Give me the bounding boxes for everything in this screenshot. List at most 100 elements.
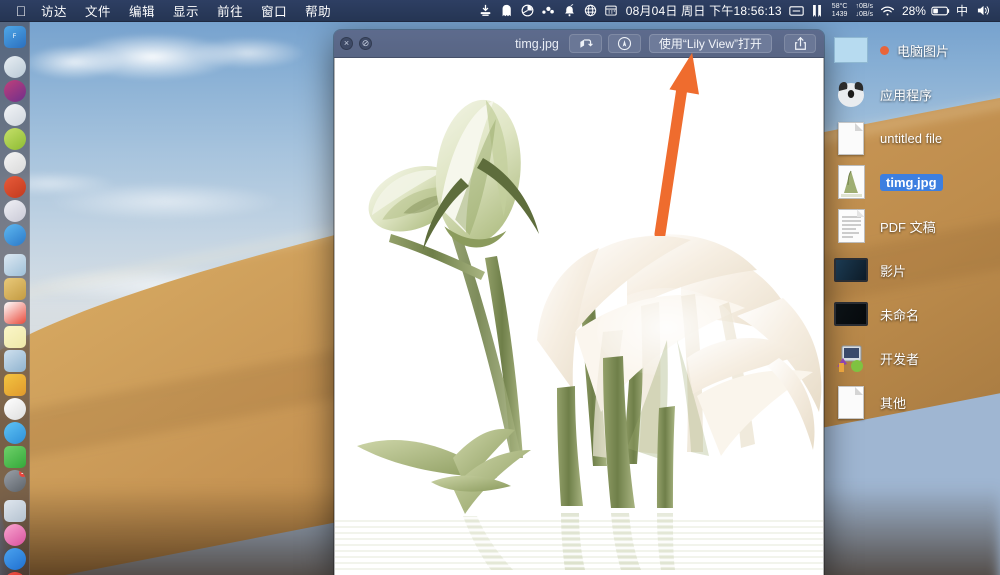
left-dock[interactable]: F1VPN+ xyxy=(0,22,30,575)
share-icon[interactable] xyxy=(784,34,816,53)
bluetooth-dots-icon[interactable] xyxy=(538,0,559,22)
sidebar-item-computer-pictures-label: 电脑图片 xyxy=(897,43,950,59)
sidebar-item-timg-jpg[interactable]: timg.jpg xyxy=(824,160,1000,204)
dock-rocket[interactable] xyxy=(3,104,26,126)
bookmark-icon[interactable] xyxy=(807,0,828,22)
dark-film-icon xyxy=(834,297,868,331)
sidebar-item-untitled-file[interactable]: untitled file xyxy=(824,116,1000,160)
network-speed-indicator[interactable]: ↑0B/s ↓0B/s xyxy=(851,3,877,19)
menu-file[interactable]: 文件 xyxy=(76,1,120,20)
dock-launchpad[interactable] xyxy=(3,56,26,78)
generic-document-icon xyxy=(834,385,868,419)
rotate-icon[interactable] xyxy=(568,34,602,53)
no-entry-button[interactable]: ⊘ xyxy=(359,37,372,50)
network-download-value: ↓0B/s xyxy=(855,10,873,18)
menu-edit[interactable]: 编辑 xyxy=(120,1,164,20)
preview-window[interactable]: × ⊘ timg.jpg 使用“Lily View”打开 xyxy=(334,30,824,575)
battery-icon[interactable] xyxy=(930,0,951,22)
dock-notes[interactable] xyxy=(3,278,26,300)
image-thumbnail-icon xyxy=(834,165,868,199)
menu-finder[interactable]: 访达 xyxy=(32,1,76,20)
menu-bar-status-area: 08月04日 周日 下午18:56:13 58°C 1439 ↑0B/s ↓0B… xyxy=(475,0,1000,22)
wifi-icon[interactable] xyxy=(877,0,898,22)
dock-itunes[interactable] xyxy=(3,524,26,546)
globe-network-icon[interactable] xyxy=(580,0,601,22)
sidebar-item-developer-label: 开发者 xyxy=(880,351,920,367)
desktop-icons-column[interactable]: 电脑图片应用程序 untitled file timg.jpg PDF 文稿影片未命名… xyxy=(824,22,1000,575)
battery-percent-label[interactable]: 28% xyxy=(898,4,930,18)
sidebar-item-unnamed-label: 未命名 xyxy=(880,307,920,323)
dock-stickies[interactable] xyxy=(3,326,26,348)
menu-bar-clock[interactable]: 08月04日 周日 下午18:56:13 xyxy=(622,2,786,19)
ghost-cleaner-icon[interactable] xyxy=(496,0,517,22)
dock-photos[interactable] xyxy=(3,254,26,276)
network-upload-value: ↑0B/s xyxy=(855,2,873,10)
notification-badge: 1 xyxy=(18,470,26,477)
picture-thumbnail-icon xyxy=(834,33,868,67)
dock-settings[interactable]: 1 xyxy=(3,470,26,492)
dock-safari-alt[interactable] xyxy=(3,80,26,102)
apple-logo-icon[interactable]:  xyxy=(10,4,32,18)
flower-artwork xyxy=(335,58,823,575)
sidebar-item-developer[interactable]: 开发者 xyxy=(824,336,1000,380)
applications-folder-icon xyxy=(834,77,868,111)
sidebar-item-movies-label: 影片 xyxy=(880,263,907,279)
dock-safari[interactable] xyxy=(3,224,26,246)
image-content-area[interactable] xyxy=(334,58,824,575)
input-method-indicator[interactable]: 中 xyxy=(951,2,973,19)
menu-go[interactable]: 前往 xyxy=(208,1,252,20)
sidebar-item-other-label: 其他 xyxy=(880,395,907,411)
dock-finder-label: F xyxy=(12,34,17,40)
open-with-button[interactable]: 使用“Lily View”打开 xyxy=(648,34,772,53)
menu-view[interactable]: 显示 xyxy=(164,1,208,20)
dock-android[interactable] xyxy=(3,128,26,150)
sidebar-item-pdf-document[interactable]: PDF 文稿 xyxy=(824,204,1000,248)
menu-window[interactable]: 窗口 xyxy=(252,1,296,20)
menu-bar-left:  访达 文件 编辑 显示 前往 窗口 帮助 xyxy=(0,1,340,20)
dock-messages[interactable] xyxy=(3,422,26,444)
text-document-icon xyxy=(834,121,868,155)
markup-pen-icon[interactable] xyxy=(607,34,641,53)
menu-bar:  访达 文件 编辑 显示 前往 窗口 帮助 xyxy=(0,0,1000,22)
download-icon[interactable] xyxy=(475,0,496,22)
developer-tools-icon xyxy=(834,341,868,375)
sidebar-item-movies[interactable]: 影片 xyxy=(824,248,1000,292)
sidebar-item-unnamed[interactable]: 未命名 xyxy=(824,292,1000,336)
dock-airdrop[interactable] xyxy=(3,500,26,522)
desktop-screen:  访达 文件 编辑 显示 前往 窗口 帮助 xyxy=(0,0,1000,575)
dock-color-wheel[interactable] xyxy=(3,398,26,420)
sidebar-item-untitled-file-label: untitled file xyxy=(880,130,943,146)
flower-photograph xyxy=(335,58,823,575)
wallpaper-cloud xyxy=(0,152,330,242)
dock-chrome[interactable] xyxy=(3,152,26,174)
dock-evernote[interactable] xyxy=(3,176,26,198)
close-button[interactable]: × xyxy=(340,37,353,50)
dock-preview[interactable] xyxy=(3,350,26,372)
window-title-bar[interactable]: × ⊘ timg.jpg 使用“Lily View”打开 xyxy=(334,30,824,58)
sidebar-item-timg-jpg-label: timg.jpg xyxy=(880,173,943,191)
speaker-icon[interactable] xyxy=(973,0,994,22)
notification-bell-icon[interactable] xyxy=(559,0,580,22)
fan-rpm-value: 1439 xyxy=(831,10,848,18)
sidebar-item-computer-pictures[interactable]: 电脑图片 xyxy=(824,28,1000,72)
dock-wechat[interactable] xyxy=(3,446,26,468)
menu-help[interactable]: 帮助 xyxy=(296,1,340,20)
sidebar-item-other[interactable]: 其他 xyxy=(824,380,1000,424)
sidebar-item-applications[interactable]: 应用程序 xyxy=(824,72,1000,116)
dock-appstore[interactable] xyxy=(3,548,26,570)
disk-pie-icon[interactable] xyxy=(517,0,538,22)
dock-finder[interactable]: F xyxy=(3,26,26,48)
dock-dictionary[interactable] xyxy=(3,200,26,222)
film-icon xyxy=(834,253,868,287)
display-icon[interactable] xyxy=(786,0,807,22)
sidebar-item-applications-label: 应用程序 xyxy=(880,87,933,103)
temperature-indicator[interactable]: 58°C 1439 xyxy=(828,3,852,19)
calendar-icon[interactable] xyxy=(601,0,622,22)
dock-calendar[interactable] xyxy=(3,302,26,324)
pdf-document-icon xyxy=(834,209,868,243)
sync-status-dot xyxy=(880,45,889,55)
dock-appstore-alt[interactable] xyxy=(3,374,26,396)
window-title: timg.jpg xyxy=(515,36,559,51)
wallpaper-cloud xyxy=(22,14,312,92)
temperature-value: 58°C xyxy=(831,2,848,10)
